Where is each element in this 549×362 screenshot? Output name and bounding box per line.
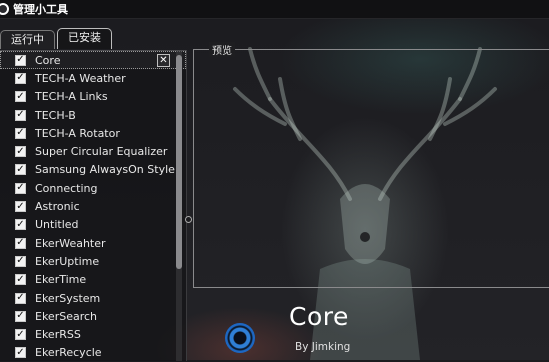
list-item-label: EkerSystem — [35, 291, 101, 305]
window-title: 管理小工具 — [13, 3, 68, 16]
list-item[interactable]: ✓ Samsung AlwaysOn Style — [0, 161, 186, 179]
list-item[interactable]: ✓ Astronic — [0, 197, 186, 215]
list-item[interactable]: ✓ EkerRSS — [0, 325, 186, 343]
preview-legend: 预览 — [209, 42, 235, 57]
list-item[interactable]: ✓ EkerSearch — [0, 307, 186, 325]
checkbox[interactable]: ✓ — [15, 164, 26, 176]
list-item[interactable]: ✓ EkerTime — [0, 271, 186, 289]
checkbox[interactable]: ✓ — [15, 182, 26, 194]
widget-icon — [225, 323, 255, 353]
list-item-label: EkerUptime — [35, 254, 100, 268]
title-bar[interactable]: 管理小工具 — [0, 0, 549, 19]
list-item-label: Samsung AlwaysOn Style — [35, 163, 175, 177]
checkbox[interactable]: ✓ — [15, 72, 26, 84]
list-item[interactable]: ✓ Core ✕ — [0, 51, 186, 70]
list-item-label: Super Circular Equalizer — [35, 145, 168, 159]
checkbox[interactable]: ✓ — [15, 109, 26, 121]
tab-running[interactable]: 运行中 — [0, 30, 55, 49]
list-item-label: Connecting — [35, 181, 98, 195]
list-item[interactable]: ✓ TECH-A Rotator — [0, 124, 186, 142]
list-item[interactable]: ✓ TECH-B — [0, 106, 186, 124]
widget-author: By Jimking — [295, 341, 351, 353]
remove-button[interactable]: ✕ — [157, 54, 170, 67]
checkbox[interactable]: ✓ — [15, 127, 26, 139]
list-item[interactable]: ✓ EkerUptime — [0, 252, 186, 270]
checkbox[interactable]: ✓ — [15, 91, 26, 103]
list-item-label: EkerWeahter — [35, 236, 106, 250]
list-item-label: TECH-A Weather — [35, 71, 126, 85]
checkbox[interactable]: ✓ — [15, 274, 26, 286]
list-scrollbar[interactable] — [176, 51, 182, 361]
scroll-thumb[interactable] — [176, 55, 182, 269]
list-item[interactable]: ✓ EkerSystem — [0, 289, 186, 307]
tab-bar: 运行中 已安装 — [0, 28, 114, 50]
list-item[interactable]: ✓ EkerWeahter — [0, 234, 186, 252]
list-item-label: EkerSearch — [35, 309, 98, 323]
tab-installed[interactable]: 已安装 — [57, 28, 112, 49]
checkbox[interactable]: ✓ — [15, 146, 26, 158]
list-item-label: EkerTime — [35, 273, 87, 287]
preview-panel — [193, 49, 549, 288]
list-item[interactable]: ✓ EkerRecycle — [0, 344, 186, 362]
checkbox[interactable]: ✓ — [15, 201, 26, 213]
list-item-label: TECH-A Rotator — [35, 126, 120, 140]
checkbox[interactable]: ✓ — [15, 347, 26, 359]
list-item-label: EkerRecycle — [35, 346, 102, 360]
list-item[interactable]: ✓ TECH-A Weather — [0, 69, 186, 87]
checkbox[interactable]: ✓ — [15, 255, 26, 267]
list-item[interactable]: ✓ TECH-A Links — [0, 88, 186, 106]
checkbox[interactable]: ✓ — [15, 237, 26, 249]
widget-name: Core — [289, 302, 349, 331]
app-icon — [0, 3, 9, 15]
splitter-handle[interactable] — [185, 216, 192, 223]
list-item[interactable]: ✓ Connecting — [0, 179, 186, 197]
list-item[interactable]: ✓ Untitled — [0, 216, 186, 234]
checkbox[interactable]: ✓ — [15, 54, 26, 66]
widget-list[interactable]: ✓ Core ✕ ✓ TECH-A Weather ✓ TECH-A Links ✓ TECH-… — [0, 50, 187, 361]
list-item-label: Astronic — [35, 200, 80, 214]
list-item[interactable]: ✓ Super Circular Equalizer — [0, 142, 186, 160]
list-item-label: TECH-A Links — [35, 90, 108, 104]
list-item-label: Core — [35, 53, 61, 67]
list-item-label: Untitled — [35, 218, 79, 232]
widget-list-items: ✓ Core ✕ ✓ TECH-A Weather ✓ TECH-A Links ✓ TECH-… — [0, 51, 186, 362]
list-item-label: EkerRSS — [35, 328, 81, 342]
checkbox[interactable]: ✓ — [15, 329, 26, 341]
checkbox[interactable]: ✓ — [15, 310, 26, 322]
checkbox[interactable]: ✓ — [15, 292, 26, 304]
list-item-label: TECH-B — [35, 108, 76, 122]
checkbox[interactable]: ✓ — [15, 219, 26, 231]
